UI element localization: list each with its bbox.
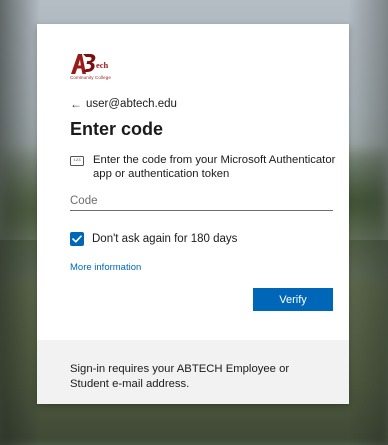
sign-in-card-body: ech Community College ← user@abtech.edu … xyxy=(37,24,349,329)
remember-checkbox[interactable] xyxy=(70,232,84,246)
arrow-left-icon[interactable]: ← xyxy=(70,98,82,110)
instruction-text: Enter the code from your Microsoft Authe… xyxy=(93,154,336,180)
account-email: user@abtech.edu xyxy=(86,98,177,110)
account-identity[interactable]: ← user@abtech.edu xyxy=(70,98,177,110)
remember-checkbox-row[interactable]: Don't ask again for 180 days xyxy=(70,232,237,246)
background-vignette-left xyxy=(0,0,40,445)
instruction-row: 123 Enter the code from your Microsoft A… xyxy=(70,153,340,181)
keypad-icon: 123 xyxy=(70,156,84,166)
footer-text: Sign-in requires your ABTECH Employee or… xyxy=(70,363,290,390)
page-title: Enter code xyxy=(70,119,164,139)
verify-button[interactable]: Verify xyxy=(253,288,333,311)
abtech-logo-mark: ech xyxy=(71,54,109,74)
checkmark-icon xyxy=(72,235,82,243)
logo-subtext: Community College xyxy=(70,75,111,80)
svg-text:ech: ech xyxy=(96,60,109,70)
sign-in-footer: Sign-in requires your ABTECH Employee or… xyxy=(37,340,349,404)
background-vignette-right xyxy=(348,0,388,445)
sign-in-card: ech Community College ← user@abtech.edu … xyxy=(37,24,349,404)
more-information-link[interactable]: More information xyxy=(70,262,141,273)
remember-label: Don't ask again for 180 days xyxy=(92,233,238,245)
code-input[interactable] xyxy=(70,192,333,211)
abtech-logo: ech xyxy=(70,51,110,77)
